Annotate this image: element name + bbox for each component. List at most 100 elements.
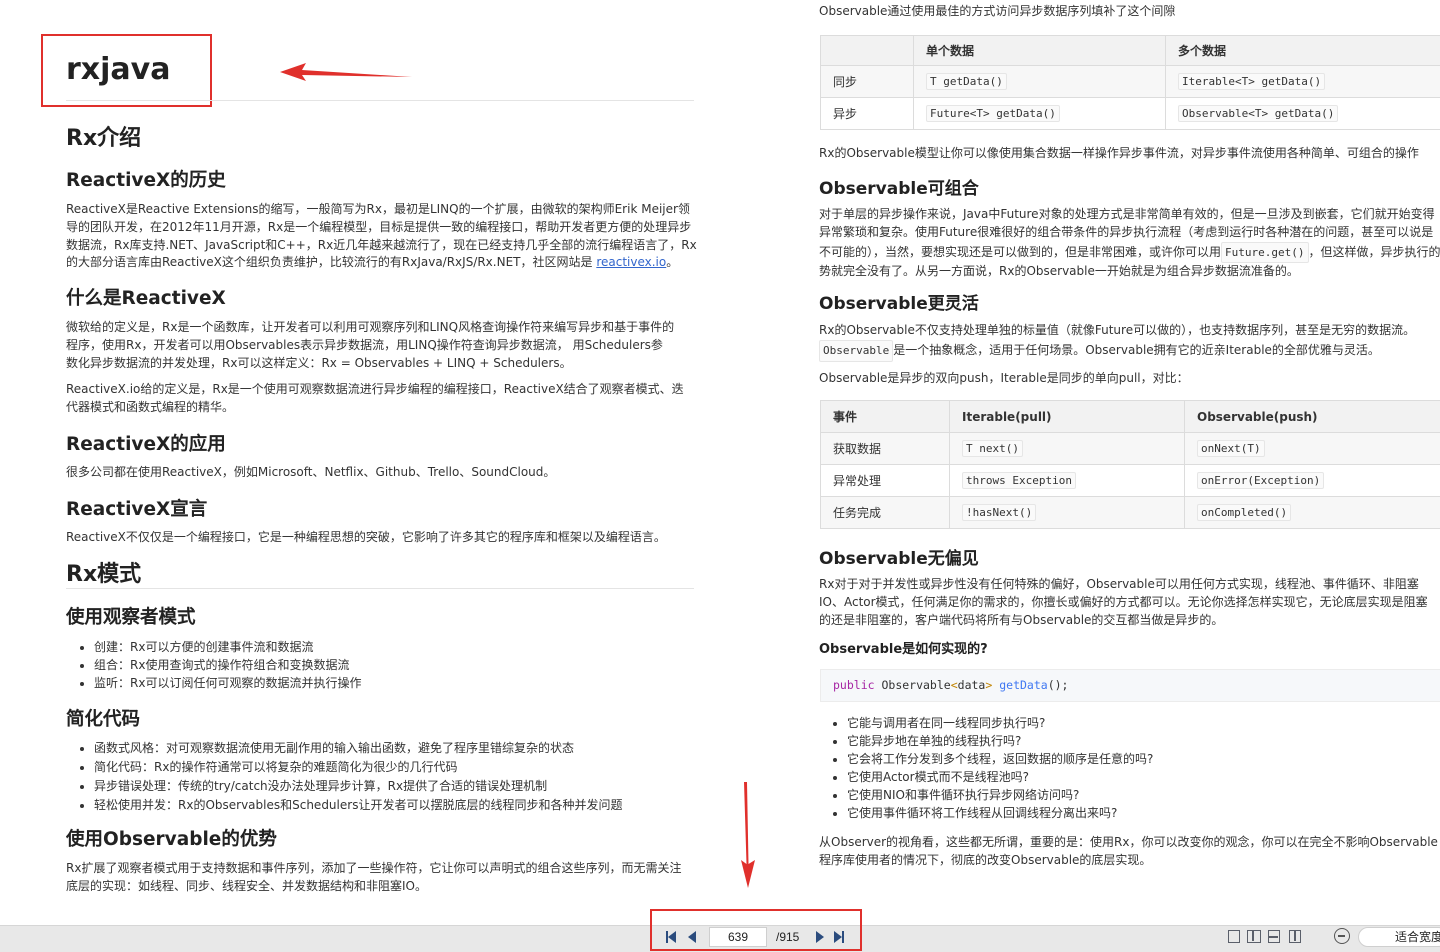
text-line: Rx扩展了观察者模式用于支持数据和事件序列，添加了一些操作符，它让你可以声明式的… xyxy=(66,860,706,878)
push-pull-text: Observable是异步的双向push，Iterable是同步的单向pull，… xyxy=(819,370,1189,388)
table-cell: 异常处理 xyxy=(821,465,950,497)
heading-rx-mode: Rx模式 xyxy=(66,556,141,588)
heading-simplify: 简化代码 xyxy=(66,705,140,731)
closing-paragraph: 从Observer的视角看，这些都无所谓，重要的是：使用Rx，你可以改变你的观念… xyxy=(819,834,1438,870)
table-row: 异步 Future<T> getData() Observable<T> get… xyxy=(821,98,1440,130)
table-cell: Future<T> getData() xyxy=(914,98,1166,130)
composable-paragraph: 对于单层的异步操作来说，Java中Future对象的处理方式是非常简单有效的，但… xyxy=(819,206,1440,281)
what-paragraph-2: ReactiveX.io给的定义是，Rx是一个使用可观察数据流进行异步编程的编程… xyxy=(66,381,706,417)
book-view-icon[interactable] xyxy=(1289,930,1301,943)
table-row: 获取数据 T next() onNext(T) xyxy=(821,433,1440,465)
heading-advantages: 使用Observable的优势 xyxy=(66,825,277,851)
code-inline: Observable<T> getData() xyxy=(1178,105,1338,122)
heading-application: ReactiveX的应用 xyxy=(66,430,226,456)
table-header: 单个数据 xyxy=(914,36,1166,66)
text-line: 代器模式和函数式编程的精华。 xyxy=(66,399,706,417)
text-line: IO、Actor模式，任何满足你的需求的，你擅长或偏好的方式都可以。无论你选择怎… xyxy=(819,594,1428,612)
list-item: 它能与调用者在同一线程同步执行吗? xyxy=(847,714,1153,732)
zoom-out-icon[interactable] xyxy=(1334,928,1350,944)
table-cell: !hasNext() xyxy=(950,497,1185,529)
heading-observer-pattern: 使用观察者模式 xyxy=(66,603,196,629)
document-page-left: rxjava Rx介绍 ReactiveX的历史 ReactiveX是React… xyxy=(0,0,720,925)
list-item: 组合：Rx使用查询式的操作符组合和变换数据流 xyxy=(94,656,361,674)
unbiased-paragraph: Rx对于对于并发性或异步性没有任何特殊的偏好，Observable可以用任何方式… xyxy=(819,576,1428,629)
text-line: 程序，使用Rx，开发者可以用Observables表示异步数据流，用LINQ操作… xyxy=(66,337,706,355)
heading-history: ReactiveX的历史 xyxy=(66,166,226,192)
divider xyxy=(66,100,694,101)
code-inline: onCompleted() xyxy=(1197,504,1291,521)
code-inline: Future<T> getData() xyxy=(926,105,1060,122)
table-cell: onCompleted() xyxy=(1185,497,1440,529)
annotation-arrow-icon xyxy=(278,62,414,82)
continuous-view-icon[interactable] xyxy=(1268,930,1280,943)
text-line: 的还是非阻塞的，客户端代码将所有与Observable的交互都当做是异步的。 xyxy=(819,612,1428,630)
code-type: Observable xyxy=(875,678,951,692)
heading-composable: Observable可组合 xyxy=(819,174,979,199)
history-paragraph: ReactiveX是Reactive Extensions的缩写，一般简写为Rx… xyxy=(66,201,706,272)
code-inline: T next() xyxy=(962,440,1023,457)
list-item: 它使用Actor模式而不是线程池吗? xyxy=(847,768,1153,786)
list-item: 简化代码：Rx的操作符通常可以将复杂的难题简化为很少的几行代码 xyxy=(94,758,622,777)
table-cell: T getData() xyxy=(914,66,1166,98)
zoom-mode-select[interactable]: 适合宽度 xyxy=(1358,927,1440,947)
code-punct: < xyxy=(951,678,958,692)
heading-unbiased: Observable无偏见 xyxy=(819,544,979,569)
table-cell: Observable<T> getData() xyxy=(1166,98,1440,130)
text-line: 底层的实现：如线程、同步、线程安全、并发数据结构和非阻塞IO。 xyxy=(66,878,706,896)
what-paragraph: 微软给的定义是，Rx是一个函数库，让开发者可以利用可观察序列和LINQ风格查询操… xyxy=(66,319,706,372)
table-header: Observable(push) xyxy=(1185,401,1440,433)
text-line: 微软给的定义是，Rx是一个函数库，让开发者可以利用可观察序列和LINQ风格查询操… xyxy=(66,319,706,337)
advantages-paragraph: Rx扩展了观察者模式用于支持数据和事件序列，添加了一些操作符，它让你可以声明式的… xyxy=(66,860,706,896)
text-line: Rx的Observable不仅支持处理单独的标量值（就像Future可以做的），… xyxy=(819,322,1415,340)
list-item: 轻松使用并发：Rx的Observables和Schedulers让开发者可以摆脱… xyxy=(94,796,622,815)
sync-async-table: 单个数据 多个数据 同步 T getData() Iterable<T> get… xyxy=(820,35,1440,130)
text-line: ReactiveX.io给的定义是，Rx是一个使用可观察数据流进行异步编程的编程… xyxy=(66,381,706,399)
list-item: 函数式风格：对可观察数据流使用无副作用的输入输出函数，避免了程序里错综复杂的状态 xyxy=(94,739,622,758)
reactivex-link[interactable]: reactivex.io xyxy=(596,255,666,269)
heading-what-is: 什么是ReactiveX xyxy=(66,284,226,310)
heading-rx-intro: Rx介绍 xyxy=(66,120,141,152)
code-block: public Observable<data> getData(); xyxy=(820,669,1440,702)
table-cell: T next() xyxy=(950,433,1185,465)
list-item: 它使用NIO和事件循环执行异步网络访问吗? xyxy=(847,786,1153,804)
table-header: 多个数据 xyxy=(1166,36,1440,66)
table-cell: throws Exception xyxy=(950,465,1185,497)
table-cell: onNext(T) xyxy=(1185,433,1440,465)
divider xyxy=(66,588,694,589)
code-punct: > xyxy=(985,678,992,692)
table-row: 同步 T getData() Iterable<T> getData() xyxy=(821,66,1440,98)
simplify-list: 函数式风格：对可观察数据流使用无副作用的输入输出函数，避免了程序里错综复杂的状态… xyxy=(76,739,622,815)
text-span: 的大部分语言库由ReactiveX这个组织负责维护，比较流行的有RxJava/R… xyxy=(66,255,596,269)
manifesto-text: ReactiveX不仅仅是一个编程接口，它是一种编程思想的突破，它影响了许多其它… xyxy=(66,529,666,547)
text-line: 不可能的），当然，要想实现还是可以做到的，但是非常困难，或许你可以用Future… xyxy=(819,242,1440,264)
list-item: 异步错误处理：传统的try/catch没办法处理异步计算，Rx提供了合适的错误处… xyxy=(94,777,622,796)
pull-push-table: 事件 Iterable(pull) Observable(push) 获取数据 … xyxy=(820,400,1440,529)
code-inline: T getData() xyxy=(926,73,1007,90)
questions-list: 它能与调用者在同一线程同步执行吗? 它能异步地在单独的线程执行吗? 它会将工作分… xyxy=(829,714,1153,822)
single-page-view-icon[interactable] xyxy=(1228,930,1240,943)
text-line: 程序库使用者的情况下，彻底的改变Observable的底层实现。 xyxy=(819,852,1438,870)
double-page-view-icon[interactable] xyxy=(1247,930,1261,943)
text-line: Observable是一个抽象概念，适用于任何场景。Observable拥有它的… xyxy=(819,340,1415,362)
code-function: getData xyxy=(999,678,1047,692)
text-line: 异常繁琐和复杂。使用Future很难很好的组合带条件的异步执行流程（考虑到运行时… xyxy=(819,224,1440,242)
table-cell: 异步 xyxy=(821,98,914,130)
application-text: 很多公司都在使用ReactiveX，例如Microsoft、Netflix、Gi… xyxy=(66,464,555,482)
text-line: 势就完全没有了。从另一方面说，Rx的Observable一开始就是为组合异步数据… xyxy=(819,263,1440,281)
document-page-right: Observable通过使用最佳的方式访问异步数据序列填补了这个间隙 单个数据 … xyxy=(780,0,1440,925)
model-text: Rx的Observable模型让你可以像使用集合数据一样操作异步事件流，对异步事… xyxy=(819,145,1419,163)
list-item: 它会将工作分发到多个线程，返回数据的顺序是任意的吗? xyxy=(847,750,1153,768)
text-span: 。 xyxy=(666,255,678,269)
code-generic: data xyxy=(958,678,986,692)
heading-manifesto: ReactiveX宣言 xyxy=(66,495,207,521)
code-inline: onError(Exception) xyxy=(1197,472,1324,489)
heading-how-implemented: Observable是如何实现的? xyxy=(819,638,988,657)
list-item: 它能异步地在单独的线程执行吗? xyxy=(847,732,1153,750)
observer-list: 创建：Rx可以方便的创建事件流和数据流 组合：Rx使用查询式的操作符组合和变换数… xyxy=(76,638,361,692)
annotation-arrow-down-icon xyxy=(738,780,758,890)
text-line: 的大部分语言库由ReactiveX这个组织负责维护，比较流行的有RxJava/R… xyxy=(66,254,706,272)
title-highlight-box xyxy=(41,34,212,107)
list-item: 它使用事件循环将工作线程从回调线程分离出来吗? xyxy=(847,804,1153,822)
text-line: ReactiveX是Reactive Extensions的缩写，一般简写为Rx… xyxy=(66,201,706,219)
table-header: Iterable(pull) xyxy=(950,401,1185,433)
